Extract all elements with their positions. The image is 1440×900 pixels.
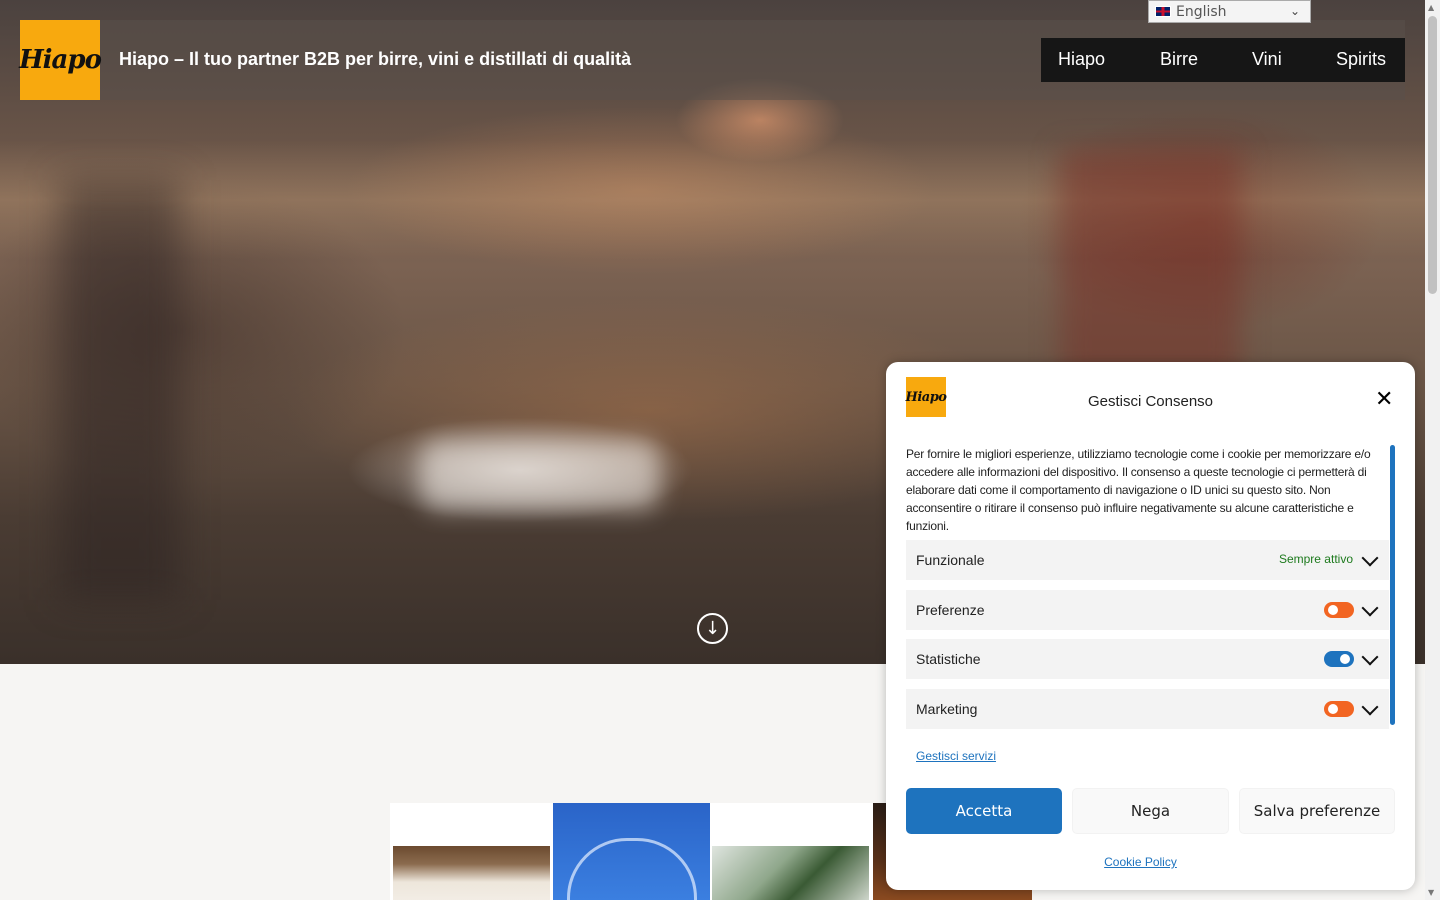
product-thumbnail[interactable] xyxy=(710,803,873,900)
cookie-category-funzionale[interactable]: Funzionale Sempre attivo xyxy=(906,540,1389,580)
cookie-description: Per fornire le migliori esperienze, util… xyxy=(906,447,1371,533)
category-label: Preferenze xyxy=(916,602,985,618)
deny-button[interactable]: Nega xyxy=(1072,788,1229,834)
hero-background-blur xyxy=(1060,150,1240,380)
main-nav: Hiapo Birre Vini Spirits xyxy=(1041,38,1405,82)
statistics-toggle[interactable] xyxy=(1324,651,1354,667)
site-logo[interactable]: Hiapo xyxy=(19,20,102,100)
marketing-toggle[interactable] xyxy=(1324,701,1354,717)
language-select[interactable]: English ⌄ xyxy=(1148,0,1311,23)
site-title: Hiapo – Il tuo partner B2B per birre, vi… xyxy=(119,49,632,69)
nav-item-birre[interactable]: Birre xyxy=(1160,49,1198,70)
chevron-down-icon[interactable] xyxy=(1361,599,1379,617)
product-image xyxy=(393,846,550,900)
category-label: Funzionale xyxy=(916,552,985,568)
chevron-down-icon[interactable] xyxy=(1361,549,1379,567)
always-active-label: Sempre attivo xyxy=(1278,552,1353,566)
category-label: Statistiche xyxy=(916,651,981,667)
chevron-down-icon: ⌄ xyxy=(1289,4,1300,18)
scroll-up-arrow-icon[interactable]: ▲ xyxy=(1428,3,1434,12)
chevron-down-icon[interactable] xyxy=(1361,648,1379,666)
scrollbar-thumb[interactable] xyxy=(1428,16,1437,294)
save-preferences-button[interactable]: Salva preferenze xyxy=(1239,788,1395,834)
product-thumbnail[interactable] xyxy=(390,803,553,900)
scroll-down-arrow-icon[interactable]: ▼ xyxy=(1428,888,1434,897)
nav-item-hiapo[interactable]: Hiapo xyxy=(1058,49,1105,70)
cookie-category-preferenze[interactable]: Preferenze xyxy=(906,590,1389,630)
chevron-down-icon[interactable] xyxy=(1361,698,1379,716)
page-scrollbar[interactable]: ▲ ▼ xyxy=(1425,0,1440,900)
cookie-dialog-body: Per fornire le migliori esperienze, util… xyxy=(906,445,1389,730)
uk-flag-icon xyxy=(1155,6,1171,17)
accept-button[interactable]: Accetta xyxy=(906,788,1062,834)
cookie-dialog-scrollbar[interactable] xyxy=(1390,445,1395,725)
cookie-category-marketing[interactable]: Marketing xyxy=(906,689,1389,729)
cookie-consent-dialog: Hiapo Gestisci Consenso ✕ Per fornire le… xyxy=(886,362,1415,890)
nav-item-spirits[interactable]: Spirits xyxy=(1336,49,1386,70)
preferences-toggle[interactable] xyxy=(1324,602,1354,618)
cookie-dialog-title: Gestisci Consenso xyxy=(1087,393,1214,410)
scroll-down-icon[interactable]: ↓ xyxy=(697,613,728,644)
product-image xyxy=(567,838,697,900)
language-selected: English xyxy=(1176,3,1227,20)
close-icon[interactable]: ✕ xyxy=(1375,389,1393,411)
cookie-policy-link[interactable]: Cookie Policy xyxy=(886,855,1395,869)
cookie-category-statistiche[interactable]: Statistiche xyxy=(906,639,1389,679)
toggle-knob xyxy=(1340,654,1350,664)
manage-services-link[interactable]: Gestisci servizi xyxy=(916,749,996,763)
hero-background-blur xyxy=(60,180,180,600)
category-label: Marketing xyxy=(916,701,978,717)
nav-item-vini[interactable]: Vini xyxy=(1252,49,1282,70)
toggle-knob xyxy=(1328,704,1338,714)
logo-text: Hiapo xyxy=(19,45,102,75)
product-image xyxy=(712,846,869,900)
product-thumbnail[interactable] xyxy=(553,803,710,900)
toggle-knob xyxy=(1328,605,1338,615)
hero-background-blur xyxy=(420,440,660,510)
